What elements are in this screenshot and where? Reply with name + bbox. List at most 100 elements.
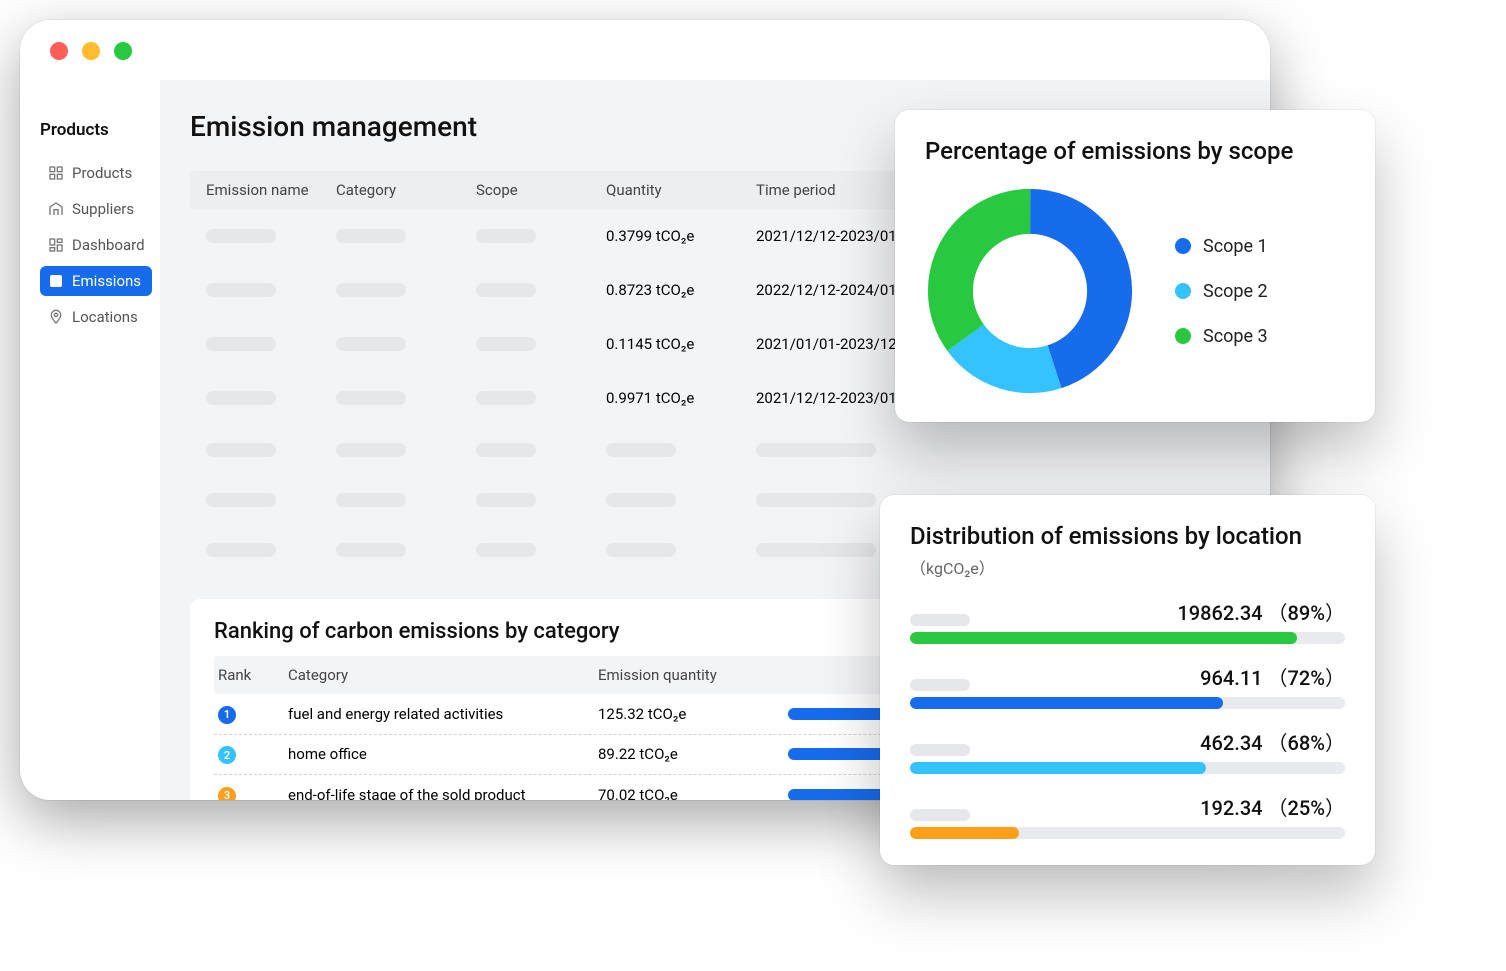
progress-fill xyxy=(910,762,1206,774)
col-header-category: Category xyxy=(336,181,476,199)
location-pin-icon xyxy=(48,309,64,325)
window-controls xyxy=(50,42,132,60)
legend-dot-icon xyxy=(1175,328,1191,344)
skeleton-cell xyxy=(206,493,276,507)
distribution-title: Distribution of emissions by location （k… xyxy=(910,521,1345,581)
cell-quantity: 0.9971 tCO₂e xyxy=(606,389,756,407)
skeleton-cell xyxy=(206,443,276,457)
sidebar-item-products[interactable]: Products xyxy=(40,158,152,188)
legend-item: Scope 2 xyxy=(1175,281,1268,302)
sidebar-item-label: Dashboard xyxy=(72,236,145,254)
window-minimize-button[interactable] xyxy=(82,42,100,60)
skeleton-cell xyxy=(206,337,276,351)
sidebar-item-locations[interactable]: Locations xyxy=(40,302,152,332)
skeleton-cell xyxy=(756,443,876,457)
skeleton-cell xyxy=(336,229,406,243)
legend-dot-icon xyxy=(1175,238,1191,254)
skeleton-cell xyxy=(476,443,536,457)
sidebar-item-label: Emissions xyxy=(72,272,141,290)
skeleton-cell xyxy=(606,543,676,557)
skeleton-cell xyxy=(756,493,876,507)
distribution-title-unit: （kgCO₂e） xyxy=(910,559,995,578)
col-header-category: Category xyxy=(288,666,588,684)
skeleton-label xyxy=(910,744,970,756)
grid-icon xyxy=(48,165,64,181)
distribution-value: 462.34 （68%） xyxy=(1200,727,1345,756)
skeleton-cell xyxy=(756,543,876,557)
cell-quantity: 0.3799 tCO₂e xyxy=(606,227,756,245)
table-row[interactable] xyxy=(190,425,1240,475)
cell-quantity: 125.32 tCO₂e xyxy=(598,705,778,723)
distribution-value: 19862.34 （89%） xyxy=(1177,597,1345,626)
skeleton-label xyxy=(910,679,970,691)
sidebar-title: Products xyxy=(40,120,152,140)
dashboard-icon xyxy=(48,237,64,253)
distribution-row: 462.34 （68%） xyxy=(910,727,1345,774)
col-header-scope: Scope xyxy=(476,181,606,199)
warehouse-icon xyxy=(48,201,64,217)
progress-track xyxy=(910,632,1345,644)
progress-fill xyxy=(910,632,1297,644)
legend-label: Scope 1 xyxy=(1203,236,1268,257)
distribution-percent: （25%） xyxy=(1268,796,1345,820)
distribution-card: Distribution of emissions by location （k… xyxy=(880,495,1375,865)
skeleton-cell xyxy=(336,337,406,351)
scope-donut-card: Percentage of emissions by scope Scope 1… xyxy=(895,110,1375,422)
legend-dot-icon xyxy=(1175,283,1191,299)
skeleton-cell xyxy=(206,283,276,297)
rank-badge: 1 xyxy=(218,706,236,724)
skeleton-cell xyxy=(336,283,406,297)
cell-quantity: 0.8723 tCO₂e xyxy=(606,281,756,299)
legend-item: Scope 1 xyxy=(1175,236,1268,257)
col-header-qty: Emission quantity xyxy=(598,666,778,684)
skeleton-cell xyxy=(476,543,536,557)
skeleton-cell xyxy=(336,443,406,457)
distribution-row: 19862.34 （89%） xyxy=(910,597,1345,644)
rank-badge: 3 xyxy=(218,787,236,801)
skeleton-cell xyxy=(336,391,406,405)
sidebar-item-label: Products xyxy=(72,164,132,182)
cell-category: fuel and energy related activities xyxy=(288,705,588,723)
skeleton-cell xyxy=(206,543,276,557)
distribution-value: 192.34 （25%） xyxy=(1200,792,1345,821)
sidebar-item-suppliers[interactable]: Suppliers xyxy=(40,194,152,224)
col-header-rank: Rank xyxy=(218,666,278,684)
skeleton-cell xyxy=(606,493,676,507)
window-zoom-button[interactable] xyxy=(114,42,132,60)
distribution-value: 964.11 （72%） xyxy=(1200,662,1345,691)
progress-track xyxy=(910,697,1345,709)
legend-label: Scope 3 xyxy=(1203,326,1268,347)
skeleton-cell xyxy=(476,493,536,507)
legend-item: Scope 3 xyxy=(1175,326,1268,347)
cell-quantity: 89.22 tCO₂e xyxy=(598,745,778,763)
col-header-name: Emission name xyxy=(206,181,336,199)
skeleton-label xyxy=(910,809,970,821)
window-close-button[interactable] xyxy=(50,42,68,60)
legend-label: Scope 2 xyxy=(1203,281,1268,302)
distribution-percent: （89%） xyxy=(1268,601,1345,625)
cell-quantity: 0.1145 tCO₂e xyxy=(606,335,756,353)
cell-category: home office xyxy=(288,745,588,763)
progress-fill xyxy=(910,827,1019,839)
skeleton-cell xyxy=(476,391,536,405)
sidebar-item-label: Suppliers xyxy=(72,200,134,218)
skeleton-cell xyxy=(476,229,536,243)
donut-title: Percentage of emissions by scope xyxy=(925,136,1345,166)
distribution-row: 964.11 （72%） xyxy=(910,662,1345,709)
skeleton-label xyxy=(910,614,970,626)
progress-track xyxy=(910,762,1345,774)
cell-quantity: 70.02 tCO₂e xyxy=(598,786,778,800)
distribution-title-main: Distribution of emissions by location xyxy=(910,522,1302,550)
skeleton-cell xyxy=(336,543,406,557)
distribution-row: 192.34 （25%） xyxy=(910,792,1345,839)
sidebar-item-dashboard[interactable]: Dashboard xyxy=(40,230,152,260)
progress-fill xyxy=(910,697,1223,709)
skeleton-cell xyxy=(476,283,536,297)
list-icon xyxy=(48,273,64,289)
skeleton-cell xyxy=(336,493,406,507)
skeleton-cell xyxy=(206,229,276,243)
donut-legend: Scope 1 Scope 2 Scope 3 xyxy=(1175,236,1268,347)
skeleton-cell xyxy=(476,337,536,351)
sidebar-item-emissions[interactable]: Emissions xyxy=(40,266,152,296)
sidebar: Products Products Suppliers Dashboard Em… xyxy=(20,80,160,800)
